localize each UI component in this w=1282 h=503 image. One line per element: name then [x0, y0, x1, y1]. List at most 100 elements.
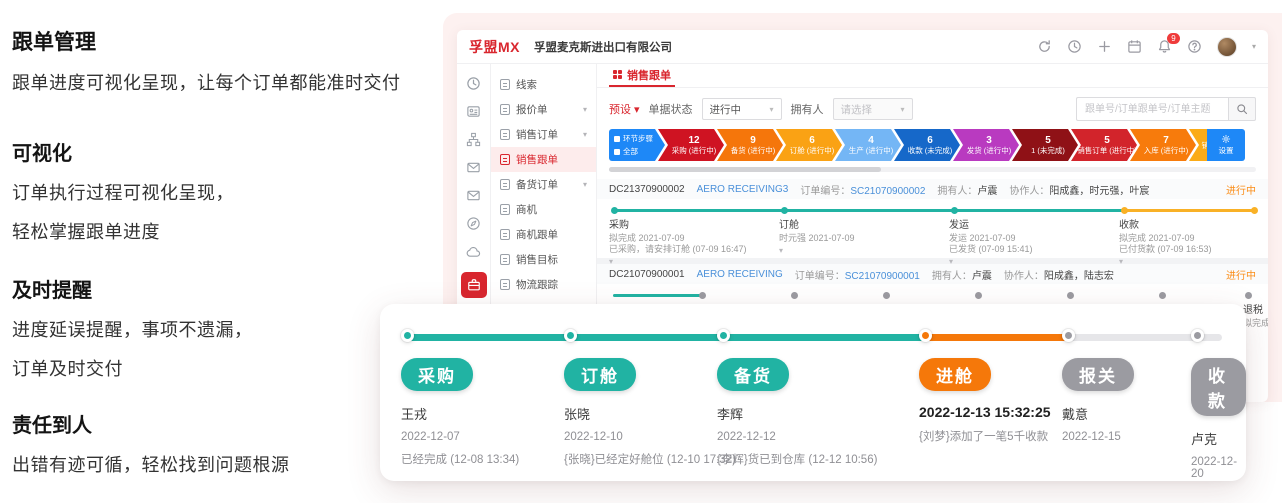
flow-step[interactable]: 9备货 (进行中): [717, 129, 783, 161]
flow-step[interactable]: 5销售订单 (进行中): [1071, 129, 1137, 161]
help-icon[interactable]: [1187, 39, 1202, 54]
dashboard-clock-icon[interactable]: [466, 76, 481, 91]
flow-step-count: 6: [782, 135, 842, 146]
search-input[interactable]: [1076, 97, 1228, 121]
flow-settings-label: 设置: [1219, 145, 1234, 156]
timeline-line-done: [613, 294, 701, 297]
sidebar-item-label: 物流跟踪: [516, 277, 558, 292]
stage-dot: [791, 292, 798, 299]
tab-sales-tracking[interactable]: 销售跟单: [609, 64, 675, 87]
org-chart-icon[interactable]: [466, 132, 481, 147]
sidebar-item-leads[interactable]: 线索: [491, 72, 596, 97]
scrollbar-thumb[interactable]: [609, 167, 881, 172]
flow-step-label: 1 (未完成): [1018, 146, 1078, 155]
stage-detail: 发运 2021-07-09: [949, 233, 1109, 244]
contacts-icon[interactable]: [466, 104, 481, 119]
calendar-icon[interactable]: [1127, 39, 1142, 54]
cloud-icon[interactable]: [466, 244, 481, 259]
order-code: DC21370900002: [609, 184, 685, 195]
expand-caret[interactable]: ▾: [949, 257, 1109, 266]
order-customer-link[interactable]: AERO RECEIVING3: [697, 184, 789, 195]
order-customer-link[interactable]: AERO RECEIVING: [697, 269, 783, 280]
flow-step[interactable]: 12采购 (进行中): [658, 129, 724, 161]
order-no-label: 订单编号：: [800, 186, 850, 197]
avatar-dropdown-caret[interactable]: ▾: [1252, 42, 1256, 51]
expand-caret[interactable]: ▾: [779, 246, 939, 255]
mail-icon[interactable]: [466, 160, 481, 175]
user-avatar[interactable]: [1217, 37, 1237, 57]
order-no-link[interactable]: SC21070900001: [845, 271, 920, 282]
compass-icon[interactable]: [466, 216, 481, 231]
flow-step-label: 收款 (未完成): [900, 146, 960, 155]
progress-segment-current: [925, 334, 1068, 341]
flow-step-count: 5: [1077, 135, 1137, 146]
stage-label: 采购: [609, 216, 769, 231]
collab-label: 协作人：: [1009, 186, 1049, 197]
stage-owner: 卢克: [1191, 429, 1246, 448]
flow-settings-block[interactable]: 设置: [1207, 129, 1245, 161]
status-filter-label: 单据状态: [649, 101, 693, 117]
flow-step-label: 备货 (进行中): [723, 146, 783, 155]
topbar-icons: 9 ▾: [1037, 37, 1256, 57]
stage-date: 2022-12-07: [401, 431, 556, 443]
notification-bell-icon[interactable]: 9: [1157, 39, 1172, 54]
order-no-link[interactable]: SC21070900002: [850, 186, 925, 197]
stage-pill: 备货: [717, 358, 789, 391]
timeline-line-done: [613, 209, 1125, 212]
flow-step[interactable]: 51 (未完成): [1012, 129, 1078, 161]
order-code: DC21070900001: [609, 269, 685, 280]
flow-step-count: 9: [723, 135, 783, 146]
timeline-stage: 备货 李辉 2022-12-12 {李辉}货已到仓库 (12-12 10:56): [717, 358, 872, 467]
progress-node: [1191, 329, 1204, 342]
flow-step[interactable]: 6收款 (未完成): [894, 129, 960, 161]
menu-doc-icon: [500, 204, 510, 215]
stage-pill: 进舱: [919, 358, 991, 391]
sidebar-item-quotes[interactable]: 报价单 ▾: [491, 97, 596, 122]
expand-caret[interactable]: ▾: [609, 257, 769, 266]
history-icon[interactable]: [1067, 39, 1082, 54]
add-icon[interactable]: [1097, 39, 1112, 54]
stage-note: {李辉}货已到仓库 (12-12 10:56): [717, 451, 872, 467]
menu-doc-icon: [500, 154, 510, 165]
refresh-icon[interactable]: [1037, 39, 1052, 54]
sidebar-item-opportunity-tracking[interactable]: 商机跟单: [491, 222, 596, 247]
flow-step-label: 订舱 (进行中): [782, 146, 842, 155]
chevron-down-icon: ▾: [583, 180, 587, 189]
sidebar-item-logistics[interactable]: 物流跟踪: [491, 272, 596, 297]
section-title: 可视化: [12, 137, 432, 166]
expand-caret[interactable]: ▾: [1119, 257, 1268, 266]
status-select[interactable]: 进行中▾: [702, 98, 782, 120]
sidebar-item-sales-tracking[interactable]: 销售跟单: [491, 147, 596, 172]
stage-pill: 采购: [401, 358, 473, 391]
chevron-down-icon: ▾: [583, 105, 587, 114]
flow-start-block[interactable]: 环节步骤 全部: [609, 129, 665, 161]
timeline-stage: 收款 卢克 2022-12-20: [1191, 358, 1246, 480]
page-title: 跟单管理: [12, 26, 432, 56]
sidebar-item-label: 报价单: [516, 102, 548, 117]
sidebar-item-sales-target[interactable]: 销售目标: [491, 247, 596, 272]
flow-step-count: 4: [841, 135, 901, 146]
app-topbar: 孚盟MX 孚盟麦克斯进出口有限公司 9 ▾: [457, 30, 1268, 64]
chevron-down-icon: ▾: [770, 105, 774, 114]
owner-select[interactable]: 请选择▾: [833, 98, 913, 120]
flow-step-label: 销售订单 (进行中): [1077, 146, 1137, 155]
stage-detail: 已采购，请安排订舱 (07-09 16:47): [609, 244, 769, 255]
sales-module-active-icon[interactable]: [461, 272, 487, 298]
flow-step[interactable]: 6订舱 (进行中): [776, 129, 842, 161]
sidebar-item-opportunities[interactable]: 商机: [491, 197, 596, 222]
flow-step[interactable]: 3发货 (进行中): [953, 129, 1019, 161]
mail-secondary-icon[interactable]: [466, 188, 481, 203]
sidebar-item-sales-orders[interactable]: 销售订单▾: [491, 122, 596, 147]
stage-detail: 拟完成 2021-07-09: [609, 233, 769, 244]
flow-step-count: 6: [900, 135, 960, 146]
search-button[interactable]: [1228, 97, 1256, 121]
progress-node: [919, 329, 932, 342]
sidebar-item-stock-orders[interactable]: 备货订单▾: [491, 172, 596, 197]
menu-doc-icon: [500, 104, 510, 115]
horizontal-scrollbar[interactable]: [609, 167, 1256, 172]
flow-step[interactable]: 4生产 (进行中): [835, 129, 901, 161]
stage-detail: 已付货款 (07-09 16:53): [1119, 244, 1268, 255]
preset-dropdown[interactable]: 预设▾: [609, 101, 640, 117]
stage-owner: 王戎: [401, 404, 556, 423]
flow-step[interactable]: 7入库 (进行中): [1130, 129, 1196, 161]
